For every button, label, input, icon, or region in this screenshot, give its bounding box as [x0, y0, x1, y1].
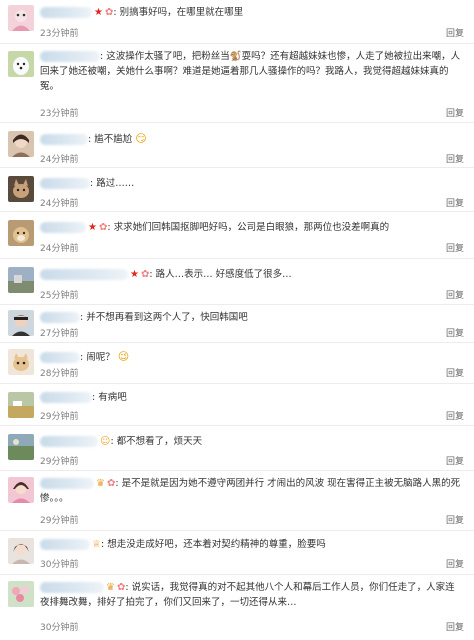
reply-button[interactable]: 回复	[446, 26, 464, 39]
comment-item: : 并不想再看到这两个人了，快回韩国吧 27分钟前 回复	[0, 305, 474, 343]
reply-button[interactable]: 回复	[446, 152, 464, 165]
comment-item: ☺: 都不想看了，烦天天 29分钟前 回复	[0, 426, 474, 471]
reply-button[interactable]: 回复	[446, 454, 464, 467]
username[interactable]	[40, 178, 90, 189]
reply-button[interactable]: 回复	[446, 366, 464, 379]
username[interactable]	[40, 582, 104, 593]
timestamp: 23分钟前	[40, 109, 79, 119]
reply-button[interactable]: 回复	[446, 196, 464, 209]
timestamp: 24分钟前	[40, 199, 79, 209]
username[interactable]	[40, 134, 88, 145]
comment-text: 这波操作太骚了吧，把粉丝当🐒耍吗？还有超越妹妹也惨，人走了她被拉出来嘲，人回来了…	[40, 51, 461, 92]
reply-button[interactable]: 回复	[446, 620, 464, 633]
username[interactable]	[40, 352, 80, 363]
comment-item: : 闹呢？ 😉 28分钟前 回复	[0, 343, 474, 384]
comment-text: 路过……	[96, 178, 135, 189]
comment-text: 都不想看了，烦天天	[116, 436, 203, 447]
username[interactable]	[40, 222, 86, 233]
avatar[interactable]	[8, 267, 34, 293]
crown-icon: ♛	[96, 478, 105, 489]
comment-item: ★ ✿: 路人…表示… 好感度低了很多… 25分钟前 回复	[0, 259, 474, 305]
smile-icon: ☺	[100, 436, 111, 447]
timestamp: 24分钟前	[40, 155, 79, 165]
comment-item: ♕: 想走没走成好吧，还本着对契约精神的尊重，脸要吗 30分钟前 回复	[0, 531, 474, 575]
timestamp: 23分钟前	[40, 29, 79, 39]
username[interactable]	[40, 312, 80, 323]
avatar[interactable]	[8, 176, 34, 202]
username[interactable]	[40, 539, 90, 550]
avatar[interactable]	[8, 5, 34, 31]
comment-item: ♛ ✿: 是不是就是因为她不遵守两团并行 才闹出的风波 现在害得正主被无脑路人黑的…	[0, 471, 474, 531]
timestamp: 30分钟前	[40, 560, 79, 570]
comment-feed: ★ ✿: 别搞事好吗，在哪里就在哪里 23分钟前 回复 : 这波操作太骚了吧，把粉…	[0, 0, 474, 640]
username[interactable]	[40, 436, 98, 447]
comment-item: ♛ ✿: 说实话，我觉得真的对不起其他八个人和幕后工作人员，你们任走了，人家连夜排…	[0, 575, 474, 640]
avatar[interactable]	[8, 220, 34, 246]
timestamp: 29分钟前	[40, 412, 79, 422]
crown-icon: ♛	[106, 582, 115, 593]
avatar[interactable]	[8, 310, 34, 336]
timestamp: 28分钟前	[40, 369, 79, 379]
reply-button[interactable]: 回复	[446, 326, 464, 339]
timestamp: 24分钟前	[40, 244, 79, 254]
avatar[interactable]	[8, 477, 34, 503]
comment-item: : 有病吧 29分钟前 回复	[0, 384, 474, 426]
avatar[interactable]	[8, 392, 34, 418]
reply-button[interactable]: 回复	[446, 106, 464, 119]
avatar[interactable]	[8, 51, 34, 77]
comment-text: 想走没走成好吧，还本着对契约精神的尊重，脸要吗	[107, 539, 326, 550]
avatar[interactable]	[8, 538, 34, 564]
avatar[interactable]	[8, 434, 34, 460]
username[interactable]	[40, 269, 128, 280]
comment-text: 别搞事好吗，在哪里就在哪里	[119, 7, 244, 18]
timestamp: 29分钟前	[40, 457, 79, 467]
smirk-emoji-icon: 😏	[135, 132, 147, 145]
avatar[interactable]	[8, 581, 34, 607]
reply-button[interactable]: 回复	[446, 288, 464, 301]
username[interactable]	[40, 7, 92, 18]
username[interactable]	[40, 51, 100, 62]
timestamp: 27分钟前	[40, 329, 79, 339]
comment-item: : 路过…… 24分钟前 回复	[0, 168, 474, 212]
comment-item: : 这波操作太骚了吧，把粉丝当🐒耍吗？还有超越妹妹也惨，人走了她被拉出来嘲，人回…	[0, 44, 474, 123]
star-icon: ★	[88, 222, 97, 233]
avatar[interactable]	[8, 131, 34, 157]
wink-emoji-icon: 😉	[117, 350, 130, 363]
comment-text: 求求她们回韩国抠脚吧好吗，公司是白眼狼，那两位也没差啊真的	[113, 222, 390, 233]
timestamp: 25分钟前	[40, 291, 79, 301]
comment-item: ★ ✿: 别搞事好吗，在哪里就在哪里 23分钟前 回复	[0, 0, 474, 44]
comment-text: 路人…表示… 好感度低了很多…	[155, 269, 292, 280]
username[interactable]	[40, 392, 92, 403]
bulb-icon: ♕	[92, 539, 101, 550]
comment-text: 并不想再看到这两个人了，快回韩国吧	[86, 312, 248, 323]
comment-text: 尴不尴尬	[94, 134, 133, 145]
username[interactable]	[40, 478, 94, 489]
star-icon: ★	[94, 7, 103, 18]
comment-text: 闹呢？	[86, 352, 115, 363]
timestamp: 29分钟前	[40, 516, 79, 526]
reply-button[interactable]: 回复	[446, 513, 464, 526]
comment-item: ★ ✿: 求求她们回韩国抠脚吧好吗，公司是白眼狼，那两位也没差啊真的 24分钟前 …	[0, 212, 474, 259]
avatar[interactable]	[8, 349, 34, 375]
comment-text: 有病吧	[98, 392, 127, 403]
timestamp: 30分钟前	[40, 623, 79, 633]
reply-button[interactable]: 回复	[446, 557, 464, 570]
reply-button[interactable]: 回复	[446, 241, 464, 254]
comment-item: : 尴不尴尬 😏 24分钟前 回复	[0, 123, 474, 168]
star-icon: ★	[130, 269, 139, 280]
reply-button[interactable]: 回复	[446, 409, 464, 422]
